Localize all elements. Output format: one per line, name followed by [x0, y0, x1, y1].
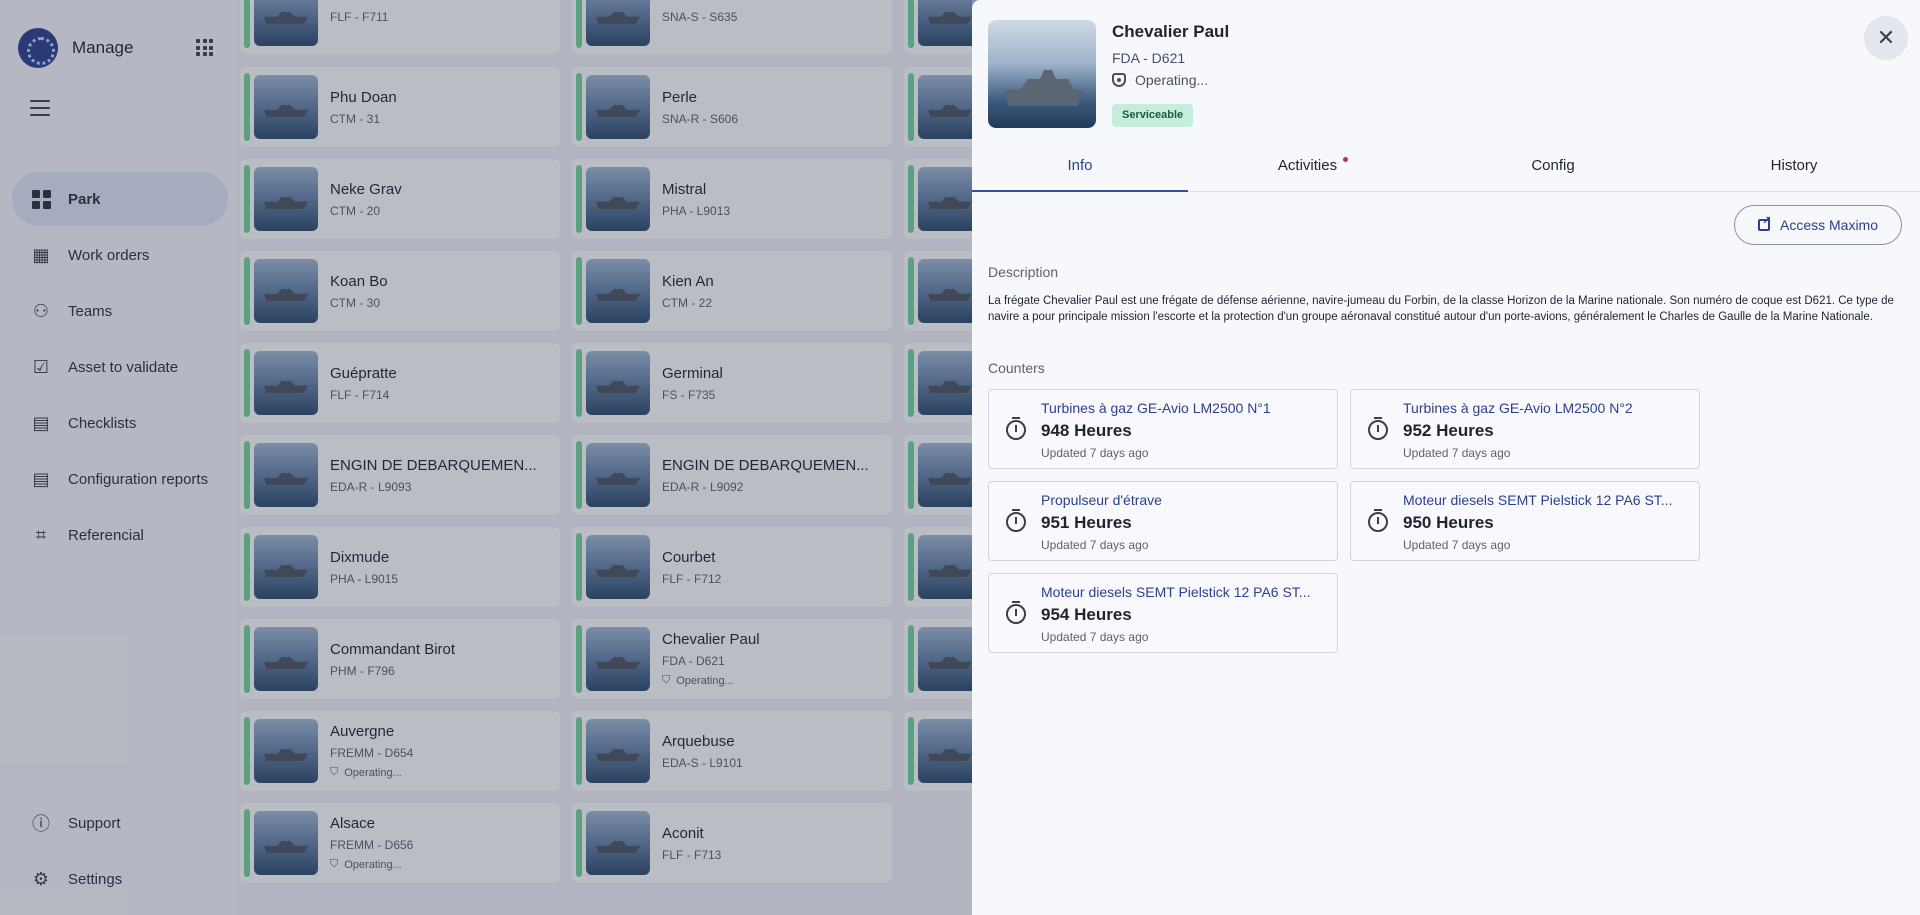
- tab-label: History: [1770, 157, 1818, 174]
- counter-value: 948 Heures: [1041, 421, 1132, 440]
- counter-name: Moteur diesels SEMT Pielstick 12 PA6 ST.…: [1403, 492, 1673, 508]
- access-maximo-button[interactable]: Access Maximo: [1734, 205, 1902, 245]
- detail-tabs: Info Activities Config History: [972, 148, 1920, 192]
- shield-icon: [1112, 73, 1126, 87]
- counter-value: 950 Heures: [1403, 513, 1494, 532]
- tab-info[interactable]: Info: [972, 148, 1188, 192]
- timer-icon: [1006, 509, 1026, 532]
- counter-value: 952 Heures: [1403, 421, 1494, 440]
- counter-updated: Updated 7 days ago: [1041, 538, 1149, 552]
- status-badge: Serviceable: [1112, 104, 1194, 127]
- counter-updated: Updated 7 days ago: [1403, 538, 1511, 552]
- description-text: La frégate Chevalier Paul est une frégat…: [988, 295, 1894, 323]
- timer-icon: [1006, 417, 1026, 440]
- timer-icon: [1368, 509, 1388, 532]
- tab-activities[interactable]: Activities: [1188, 148, 1438, 191]
- notification-dot-icon: [1343, 157, 1349, 162]
- timer-icon: [1368, 417, 1388, 440]
- counter-name: Turbines à gaz GE-Avio LM2500 N°1: [1041, 400, 1271, 416]
- counter-card[interactable]: Propulseur d'étrave 951 Heures Updated 7…: [988, 481, 1338, 561]
- counter-name: Propulseur d'étrave: [1041, 492, 1162, 508]
- asset-detail-panel: Chevalier Paul FDA - D621 Operating... S…: [972, 0, 1920, 915]
- counter-name: Turbines à gaz GE-Avio LM2500 N°2: [1403, 400, 1633, 416]
- counter-value: 951 Heures: [1041, 513, 1132, 532]
- asset-code: FDA - D621: [1112, 50, 1186, 66]
- counter-card[interactable]: Turbines à gaz GE-Avio LM2500 N°2 952 He…: [1350, 389, 1700, 469]
- counter-updated: Updated 7 days ago: [1041, 446, 1149, 460]
- asset-status-text: Operating...: [1135, 72, 1209, 88]
- counter-updated: Updated 7 days ago: [1041, 630, 1149, 644]
- counter-name: Moteur diesels SEMT Pielstick 12 PA6 ST.…: [1041, 584, 1311, 600]
- close-icon: ✕: [1876, 25, 1896, 50]
- counters-label: Counters: [988, 360, 1045, 376]
- tab-label: Config: [1531, 157, 1575, 174]
- counter-card[interactable]: Turbines à gaz GE-Avio LM2500 N°1 948 He…: [988, 389, 1338, 469]
- tab-history[interactable]: History: [1668, 148, 1920, 191]
- close-button[interactable]: ✕: [1864, 16, 1908, 60]
- asset-status: Operating...: [1112, 72, 1208, 88]
- asset-image: [988, 20, 1096, 128]
- modal-backdrop[interactable]: [0, 0, 972, 915]
- counter-card[interactable]: Moteur diesels SEMT Pielstick 12 PA6 ST.…: [1350, 481, 1700, 561]
- counter-card[interactable]: Moteur diesels SEMT Pielstick 12 PA6 ST.…: [988, 573, 1338, 653]
- tab-label: Info: [1067, 157, 1093, 174]
- timer-icon: [1006, 601, 1026, 624]
- external-link-icon: [1757, 214, 1771, 231]
- counter-value: 954 Heures: [1041, 605, 1132, 624]
- access-maximo-label: Access Maximo: [1779, 217, 1879, 233]
- counter-updated: Updated 7 days ago: [1403, 446, 1511, 460]
- asset-title: Chevalier Paul: [1112, 22, 1230, 41]
- tab-config[interactable]: Config: [1438, 148, 1668, 191]
- description-label: Description: [988, 264, 1059, 280]
- tab-label: Activities: [1277, 157, 1338, 174]
